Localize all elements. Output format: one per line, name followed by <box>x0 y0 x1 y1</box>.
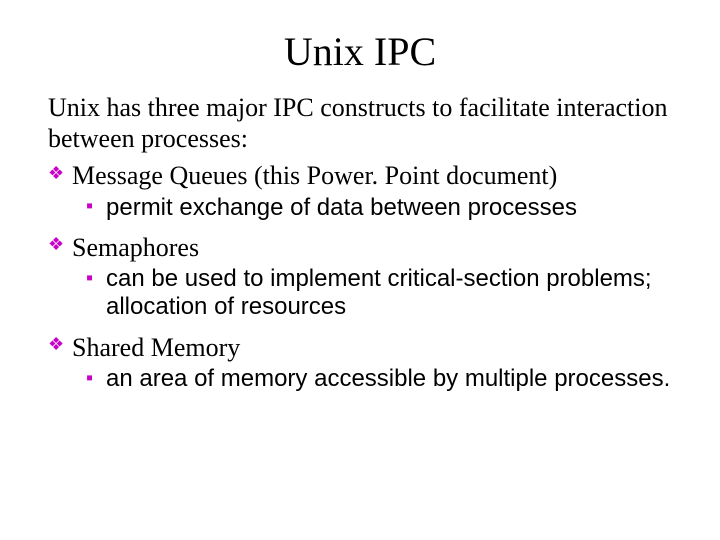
subitem-text: an area of memory accessible by multiple… <box>106 365 670 392</box>
intro-text: Unix has three major IPC constructs to f… <box>48 93 672 154</box>
list-subitem: ▪ can be used to implement critical-sect… <box>48 265 672 322</box>
item-heading: Semaphores <box>72 233 199 262</box>
slide-title: Unix IPC <box>48 28 672 75</box>
subitem-text: permit exchange of data between processe… <box>106 194 577 221</box>
item-heading: Message Queues (this Power. Point docume… <box>72 161 557 190</box>
diamond-bullet-icon: ❖ <box>48 235 64 253</box>
list-item: ❖ Shared Memory <box>48 332 672 363</box>
item-heading: Shared Memory <box>72 333 240 362</box>
list-subitem: ▪ permit exchange of data between proces… <box>48 194 672 222</box>
diamond-bullet-icon: ❖ <box>48 335 64 353</box>
list-subitem: ▪ an area of memory accessible by multip… <box>48 365 672 393</box>
subitem-text: can be used to implement critical-sectio… <box>106 265 652 320</box>
list-item: ❖ Semaphores <box>48 232 672 263</box>
square-bullet-icon: ▪ <box>86 196 93 216</box>
slide: Unix IPC Unix has three major IPC constr… <box>0 0 720 540</box>
diamond-bullet-icon: ❖ <box>48 164 64 182</box>
square-bullet-icon: ▪ <box>86 268 93 288</box>
square-bullet-icon: ▪ <box>86 368 93 388</box>
list-item: ❖ Message Queues (this Power. Point docu… <box>48 160 672 191</box>
